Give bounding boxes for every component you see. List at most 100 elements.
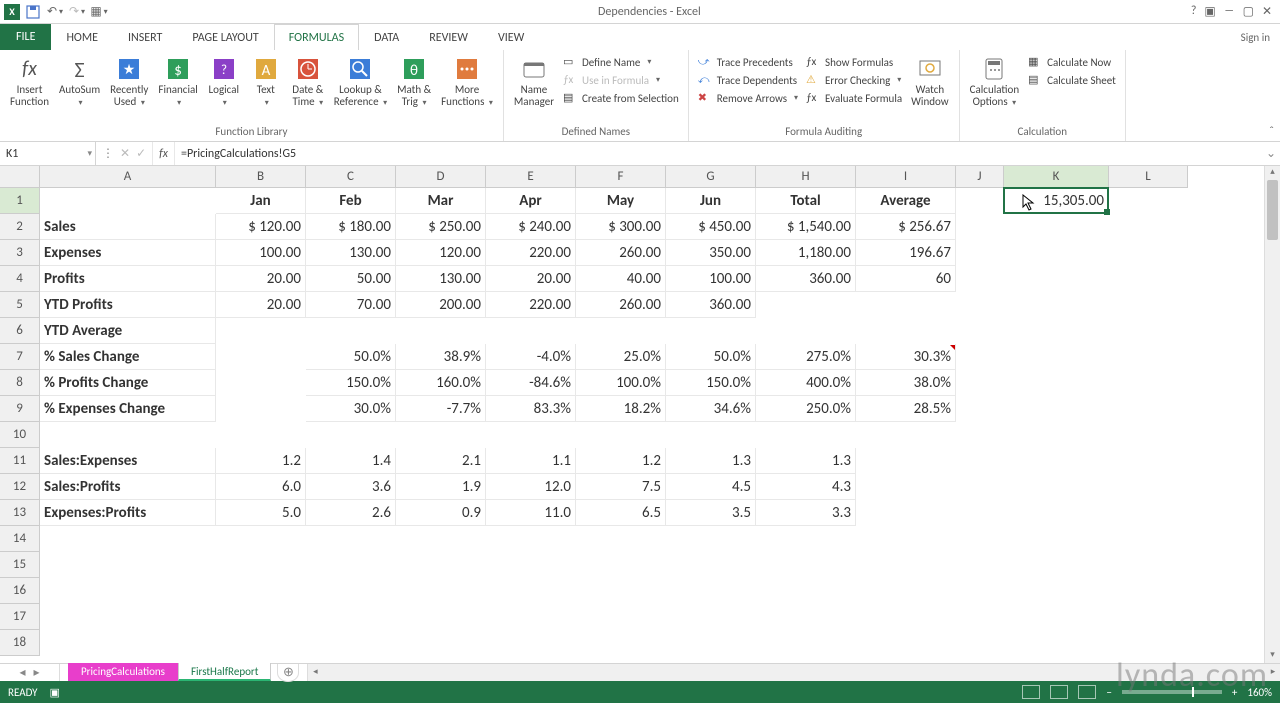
cell-C12[interactable]: 3.6 — [306, 474, 396, 500]
cell-I4[interactable]: 60 — [856, 266, 956, 292]
cell-I9[interactable]: 28.5% — [856, 396, 956, 422]
row-header-8[interactable]: 8 — [0, 370, 40, 396]
row-header-9[interactable]: 9 — [0, 396, 40, 422]
sheet-nav-next-icon[interactable]: ▸ — [34, 665, 40, 680]
cell-E1[interactable]: Apr — [486, 188, 576, 214]
cell-F7[interactable]: 25.0% — [576, 344, 666, 370]
financial-button[interactable]: $ Financial▾ — [154, 54, 201, 111]
row-header-16[interactable]: 16 — [0, 578, 40, 604]
cell-G7[interactable]: 50.0% — [666, 344, 756, 370]
row-header-6[interactable]: 6 — [0, 318, 40, 344]
cell-I3[interactable]: 196.67 — [856, 240, 956, 266]
cell-F11[interactable]: 1.2 — [576, 448, 666, 474]
cell-D3[interactable]: 120.00 — [396, 240, 486, 266]
column-header-F[interactable]: F — [576, 166, 666, 188]
cell-C9[interactable]: 30.0% — [306, 396, 396, 422]
zoom-level[interactable]: 160% — [1247, 686, 1272, 699]
close-icon[interactable]: ✕ — [1262, 4, 1272, 19]
column-header-H[interactable]: H — [756, 166, 856, 188]
logical-button[interactable]: ? Logical▾ — [204, 54, 244, 111]
cell-C4[interactable]: 50.00 — [306, 266, 396, 292]
cell-C8[interactable]: 150.0% — [306, 370, 396, 396]
cell-A3[interactable]: Expenses — [40, 240, 216, 266]
zoom-out-button[interactable]: − — [1106, 686, 1111, 699]
remove-arrows-button[interactable]: ✖Remove Arrows▾ — [695, 90, 801, 106]
cell-E4[interactable]: 20.00 — [486, 266, 576, 292]
insert-function-button[interactable]: fx InsertFunction — [6, 54, 53, 110]
cell-G13[interactable]: 3.5 — [666, 500, 756, 526]
column-header-B[interactable]: B — [216, 166, 306, 188]
cell-B12[interactable]: 6.0 — [216, 474, 306, 500]
cell-D4[interactable]: 130.00 — [396, 266, 486, 292]
cell-G5[interactable]: 360.00 — [666, 292, 756, 318]
cell-A5[interactable]: YTD Profits — [40, 292, 216, 318]
cell-G4[interactable]: 100.00 — [666, 266, 756, 292]
file-tab[interactable]: FILE — [0, 24, 51, 50]
horizontal-scrollbar[interactable]: ◂ ▸ — [307, 664, 1280, 681]
cell-A12[interactable]: Sales:Profits — [40, 474, 216, 500]
cell-E12[interactable]: 12.0 — [486, 474, 576, 500]
cell-E9[interactable]: 83.3% — [486, 396, 576, 422]
cancel-formula-icon[interactable]: ✕ — [120, 146, 130, 161]
cell-B1[interactable]: Jan — [216, 188, 306, 214]
zoom-in-button[interactable]: + — [1232, 686, 1237, 699]
cell-B5[interactable]: 20.00 — [216, 292, 306, 318]
tab-data[interactable]: DATA — [359, 24, 414, 50]
cell-A6[interactable]: YTD Average — [40, 318, 216, 344]
cell-E7[interactable]: -4.0% — [486, 344, 576, 370]
cell-F2[interactable]: $ 300.00 — [576, 214, 666, 240]
cell-H2[interactable]: $ 1,540.00 — [756, 214, 856, 240]
minimize-icon[interactable]: ― — [1224, 4, 1235, 19]
cell-F8[interactable]: 100.0% — [576, 370, 666, 396]
row-header-12[interactable]: 12 — [0, 474, 40, 500]
column-header-K[interactable]: K — [1004, 166, 1109, 188]
column-header-D[interactable]: D — [396, 166, 486, 188]
cell-C1[interactable]: Feb — [306, 188, 396, 214]
cell-I2[interactable]: $ 256.67 — [856, 214, 956, 240]
name-box[interactable]: K1▾ — [0, 142, 96, 165]
column-header-G[interactable]: G — [666, 166, 756, 188]
tab-formulas[interactable]: FORMULAS — [274, 24, 359, 50]
trace-precedents-button[interactable]: ⤻Trace Precedents — [695, 54, 801, 70]
row-header-2[interactable]: 2 — [0, 214, 40, 240]
enter-formula-icon[interactable]: ✓ — [136, 146, 146, 161]
collapse-ribbon-icon[interactable]: ˆ — [1269, 125, 1274, 139]
cell-H7[interactable]: 275.0% — [756, 344, 856, 370]
evaluate-formula-button[interactable]: ƒxEvaluate Formula — [803, 90, 905, 106]
create-from-selection-button[interactable]: ▤Create from Selection — [560, 90, 682, 106]
autosum-button[interactable]: Σ AutoSum▾ — [55, 54, 104, 111]
trace-dependents-button[interactable]: ⤺Trace Dependents — [695, 72, 801, 88]
cell-E11[interactable]: 1.1 — [486, 448, 576, 474]
cell-D12[interactable]: 1.9 — [396, 474, 486, 500]
cell-F5[interactable]: 260.00 — [576, 292, 666, 318]
cell-E2[interactable]: $ 240.00 — [486, 214, 576, 240]
date-time-button[interactable]: Date &Time ▾ — [288, 54, 328, 111]
cell-F9[interactable]: 18.2% — [576, 396, 666, 422]
sign-in-link[interactable]: Sign in — [1241, 24, 1280, 50]
row-header-4[interactable]: 4 — [0, 266, 40, 292]
cell-I7[interactable]: 30.3% — [856, 344, 956, 370]
insert-function-fx-icon[interactable]: fx — [153, 142, 175, 165]
column-header-E[interactable]: E — [486, 166, 576, 188]
cell-A4[interactable]: Profits — [40, 266, 216, 292]
cell-A9[interactable]: % Expenses Change — [40, 396, 216, 422]
use-in-formula-button[interactable]: ƒxUse in Formula▾ — [560, 72, 682, 88]
redo-icon[interactable]: ↷▾ — [68, 3, 86, 21]
cell-F3[interactable]: 260.00 — [576, 240, 666, 266]
cell-H11[interactable]: 1.3 — [756, 448, 856, 474]
cell-B11[interactable]: 1.2 — [216, 448, 306, 474]
cell-E8[interactable]: -84.6% — [486, 370, 576, 396]
ribbon-display-icon[interactable]: ▣ — [1204, 4, 1215, 19]
row-header-18[interactable]: 18 — [0, 630, 40, 656]
row-header-15[interactable]: 15 — [0, 552, 40, 578]
define-name-button[interactable]: ▭Define Name▾ — [560, 54, 682, 70]
maximize-icon[interactable]: ▢ — [1243, 4, 1254, 19]
cell-C3[interactable]: 130.00 — [306, 240, 396, 266]
cell-H9[interactable]: 250.0% — [756, 396, 856, 422]
macro-record-icon[interactable]: ▣ — [50, 686, 60, 699]
cell-C2[interactable]: $ 180.00 — [306, 214, 396, 240]
cell-H8[interactable]: 400.0% — [756, 370, 856, 396]
cell-C13[interactable]: 2.6 — [306, 500, 396, 526]
cell-D8[interactable]: 160.0% — [396, 370, 486, 396]
row-header-5[interactable]: 5 — [0, 292, 40, 318]
